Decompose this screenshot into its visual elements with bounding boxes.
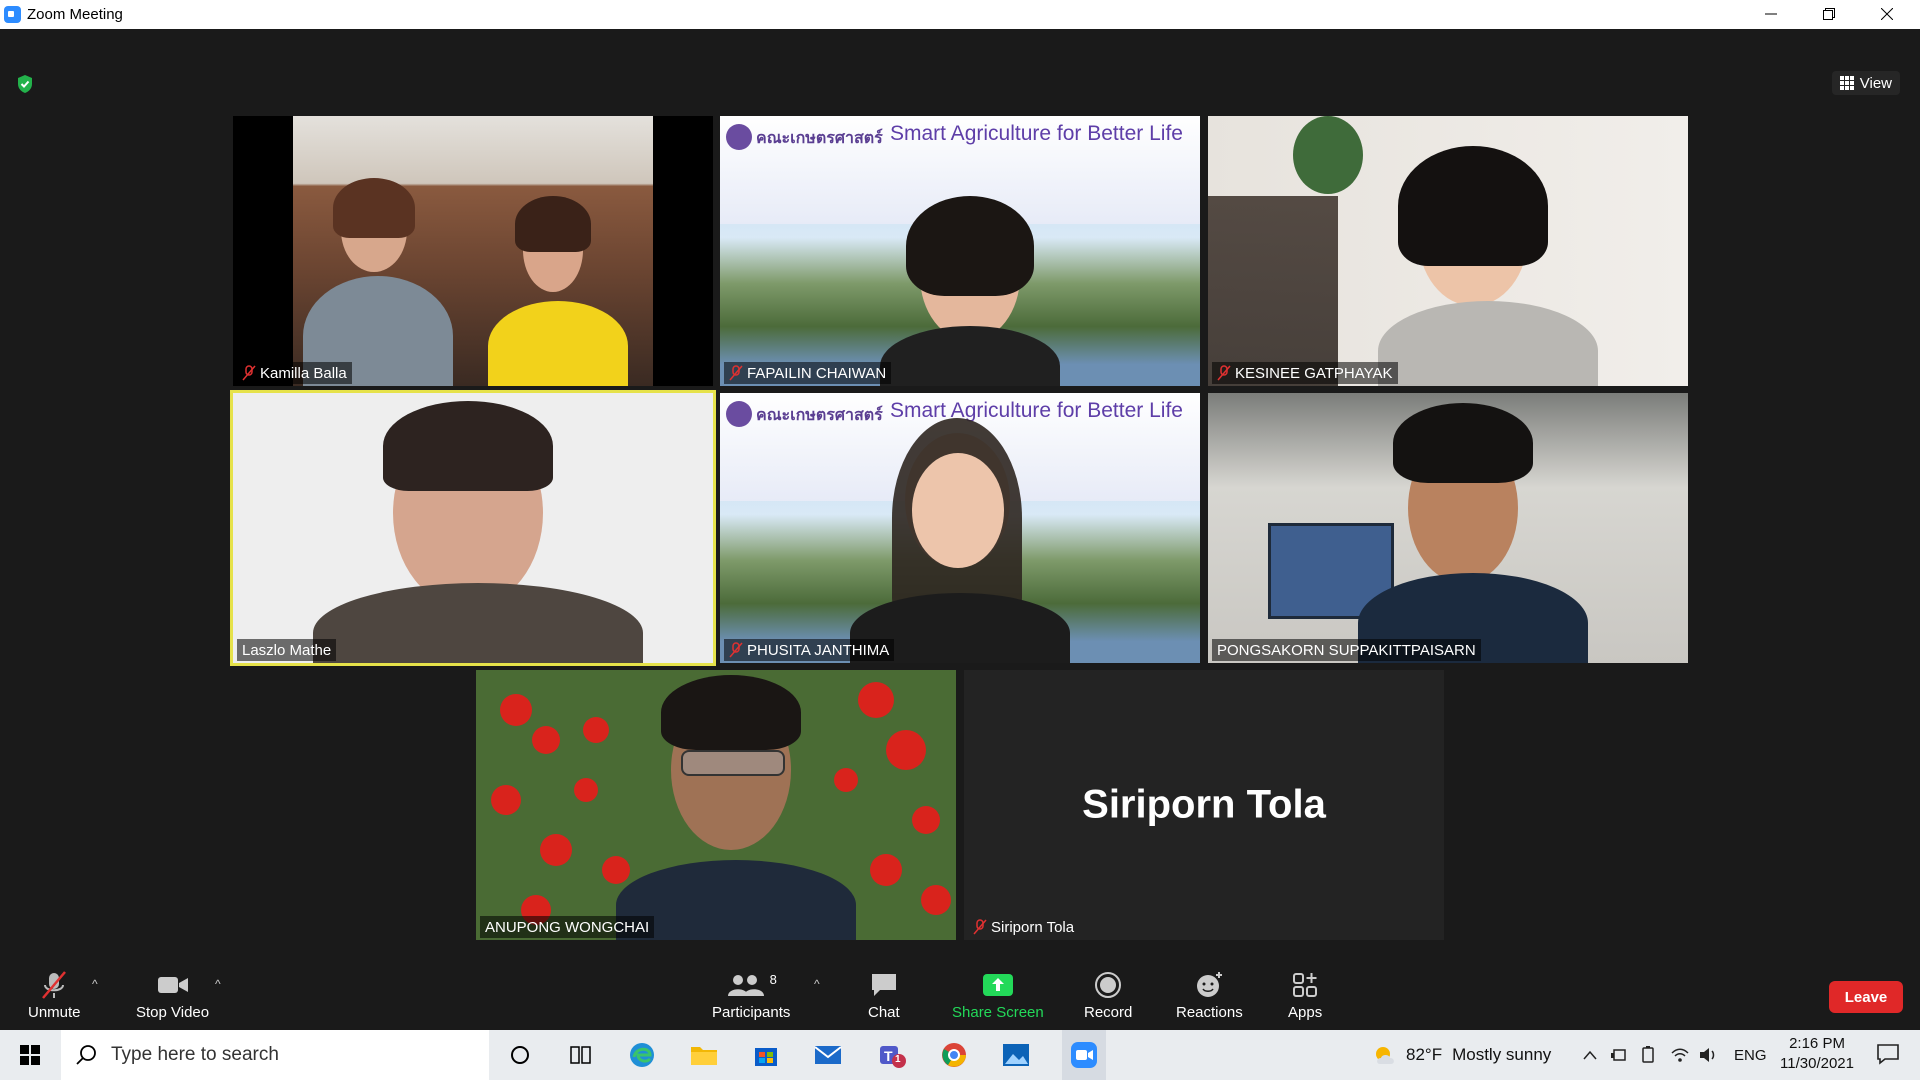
view-label: View [1859,74,1892,92]
video-tile-phusita-janthima[interactable]: คณะเกษตรศาสตร์ Smart Agriculture for Bet… [720,393,1200,663]
volume-icon[interactable] [1698,1030,1718,1080]
search-icon [76,1045,96,1065]
plant [1293,116,1363,194]
share-screen-button[interactable]: Share Screen [952,968,1044,1021]
participant-label: Kamilla Balla [237,362,352,384]
participants-icon [727,975,764,996]
encryption-shield-icon[interactable] [16,74,34,94]
weather-temp: 82°F [1406,1045,1443,1064]
clock-date: 11/30/2021 [1780,1055,1854,1072]
taskbar-search-box[interactable]: Type here to search [61,1030,489,1080]
participants-options-caret[interactable]: ^ [814,977,820,991]
muted-mic-icon [242,365,256,381]
title-bar: Zoom Meeting [0,0,1920,29]
svg-text:T: T [884,1048,893,1064]
window-title: Zoom Meeting [27,6,123,23]
meeting-controls: Unmute ^ Stop Video ^ 8 Participants ^ C… [0,960,1920,1030]
video-tile-kesinee-gatphayak[interactable]: KESINEE GATPHAYAK [1208,116,1688,386]
photos-icon[interactable] [1000,1039,1032,1071]
restore-button[interactable] [1800,0,1858,29]
banner-title: Smart Agriculture for Better Life [890,399,1183,422]
minimize-button[interactable] [1742,0,1800,29]
muted-mic-icon [729,642,743,658]
notifications-icon[interactable] [1876,1043,1900,1065]
view-button[interactable]: View [1831,71,1900,95]
muted-mic-icon [1217,365,1231,381]
search-placeholder: Type here to search [111,1044,279,1065]
clock-time: 2:16 PM [1789,1035,1845,1052]
video-tile-laszlo-mathe[interactable]: Laszlo Mathe [233,393,713,663]
edge-browser-icon[interactable] [626,1039,658,1071]
zoom-app-icon [4,6,21,23]
banner-logo-text: คณะเกษตรศาสตร์ [756,130,883,147]
reactions-button[interactable]: Reactions [1176,968,1243,1021]
grid-icon [1839,76,1854,90]
participants-count: 8 [769,971,777,987]
partly-sunny-icon [1376,1047,1394,1064]
apps-icon [1293,973,1318,997]
banner-title: Smart Agriculture for Better Life [890,122,1183,145]
microsoft-store-icon[interactable] [750,1039,782,1071]
language-indicator[interactable]: ENG [1734,1030,1767,1080]
unmute-button[interactable]: Unmute [28,968,81,1021]
chat-icon [871,974,896,996]
faculty-logo [726,124,752,150]
muted-mic-icon [42,971,67,999]
teams-icon[interactable]: T 1 [876,1039,908,1071]
system-clock[interactable]: 2:16 PM 11/30/2021 [1780,1034,1854,1074]
weather-widget[interactable]: 82°F Mostly sunny [1372,1030,1551,1080]
mail-icon[interactable] [812,1039,844,1071]
battery-icon[interactable] [1640,1030,1658,1080]
participant-label: PHUSITA JANTHIMA [724,639,895,661]
participant-label: Laszlo Mathe [237,639,337,661]
video-camera-icon [157,977,188,993]
faculty-logo [726,401,752,427]
participant-label: FAPAILIN CHAIWAN [724,362,892,384]
reactions-icon [1197,972,1223,997]
wifi-icon[interactable] [1670,1030,1690,1080]
participant-label: Siriporn Tola [968,916,1079,938]
file-explorer-icon[interactable] [688,1039,720,1071]
close-button[interactable] [1858,0,1916,29]
windows-logo-icon [20,1045,40,1065]
video-feed [293,116,653,386]
meeting-area: View Kamilla Balla คณะเกษตรศาสตร์ Smart … [0,29,1920,960]
weather-text: Mostly sunny [1452,1045,1552,1064]
windows-taskbar: Type here to search T 1 82°F Mostly sunn… [0,1030,1920,1080]
video-options-caret[interactable]: ^ [215,977,221,991]
cortana-icon[interactable] [504,1039,536,1071]
start-button[interactable] [0,1030,60,1080]
participant-label: ANUPONG WONGCHAI [480,916,655,938]
record-button[interactable]: Record [1084,968,1132,1021]
video-tile-fapailin-chaiwan[interactable]: คณะเกษตรศาสตร์ Smart Agriculture for Bet… [720,116,1200,386]
video-tile-siriporn-tola[interactable]: Siriporn Tola Siriporn Tola [964,670,1444,940]
leave-button[interactable]: Leave [1829,981,1903,1013]
audio-options-caret[interactable]: ^ [92,977,98,991]
muted-mic-icon [973,919,987,935]
video-tile-anupong-wongchai[interactable]: ANUPONG WONGCHAI [476,670,956,940]
participants-button[interactable]: 8 Participants [712,968,790,1022]
teams-badge: 1 [895,1054,901,1065]
participant-label: PONGSAKORN SUPPAKITTPAISARN [1212,639,1481,661]
show-hidden-icons-chevron[interactable] [1582,1030,1598,1080]
glasses [681,750,785,776]
stop-video-button[interactable]: Stop Video [136,968,209,1021]
chat-button[interactable]: Chat [868,968,900,1021]
apps-button[interactable]: Apps [1288,968,1322,1021]
video-tile-pongsakorn-suppakittpaisarn[interactable]: PONGSAKORN SUPPAKITTPAISARN [1208,393,1688,663]
share-screen-icon [982,974,1013,996]
network-adapter-icon[interactable] [1610,1030,1628,1080]
task-view-icon[interactable] [564,1039,596,1071]
participant-label: KESINEE GATPHAYAK [1212,362,1398,384]
record-icon [1095,972,1122,998]
participant-name-placeholder: Siriporn Tola [1082,782,1326,827]
zoom-taskbar-icon[interactable] [1062,1030,1106,1080]
muted-mic-icon [729,365,743,381]
chrome-icon[interactable] [938,1039,970,1071]
video-tile-kamilla-balla[interactable]: Kamilla Balla [233,116,713,386]
banner-logo-text: คณะเกษตรศาสตร์ [756,407,883,424]
shelf [1208,196,1338,386]
